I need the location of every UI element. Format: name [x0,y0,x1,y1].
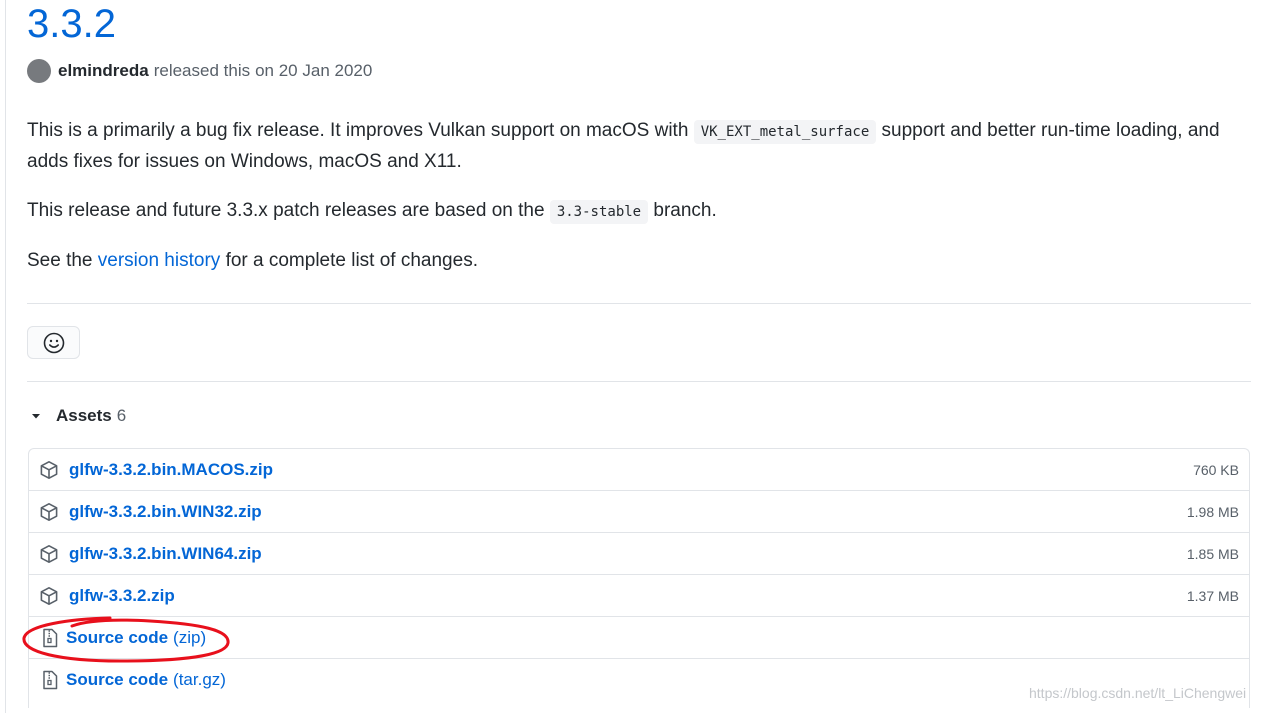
source-code-link[interactable]: Source code [66,670,168,690]
source-code-ext[interactable]: (tar.gz) [173,670,226,690]
left-border [5,0,6,713]
source-code-ext[interactable]: (zip) [173,628,206,648]
asset-size: 1.37 MB [1186,587,1239,604]
watermark: https://blog.csdn.net/lt_LiChengwei [1029,685,1247,701]
asset-row[interactable]: glfw-3.3.2.bin.WIN64.zip 1.85 MB [29,532,1249,574]
assets-count: 6 [116,406,127,425]
release-notes-paragraph-3: See the version history for a complete l… [27,246,1227,275]
avatar[interactable] [27,59,51,83]
notes-text: See the [27,250,93,271]
package-icon [40,460,58,479]
source-code-link[interactable]: Source code [66,628,168,648]
source-code-row[interactable]: Source code (zip) [29,616,1249,658]
asset-link[interactable]: glfw-3.3.2.bin.WIN32.zip [69,502,262,522]
assets-toggle[interactable]: Assets 6 [30,404,126,428]
version-history-link[interactable]: version history [98,250,221,271]
notes-text: This is a primarily a bug fix release. I… [27,120,689,141]
release-meta: elmindreda released this on 20 Jan 2020 [27,59,372,83]
smiley-icon [43,332,64,353]
divider [27,381,1251,382]
file-zip-icon [43,628,58,647]
author-link[interactable]: elmindreda [58,61,149,81]
triangle-down-icon [32,414,40,419]
asset-row[interactable]: glfw-3.3.2.bin.MACOS.zip 760 KB [29,449,1249,490]
notes-text: This release and future 3.3.x patch rele… [27,200,545,221]
assets-title: Assets [56,406,112,425]
asset-link[interactable]: glfw-3.3.2.bin.WIN64.zip [69,544,262,564]
notes-text: branch. [653,200,717,221]
asset-link[interactable]: glfw-3.3.2.zip [69,586,175,606]
release-notes-paragraph-2: This release and future 3.3.x patch rele… [27,196,1227,227]
asset-size: 1.98 MB [1186,503,1239,520]
release-date: on 20 Jan 2020 [255,61,373,80]
divider [27,303,1251,304]
assets-list: glfw-3.3.2.bin.MACOS.zip 760 KB glfw-3.3… [28,448,1250,708]
asset-row[interactable]: glfw-3.3.2.zip 1.37 MB [29,574,1249,616]
asset-row[interactable]: glfw-3.3.2.bin.WIN32.zip 1.98 MB [29,490,1249,532]
inline-code: 3.3-stable [549,200,649,224]
asset-size: 760 KB [1193,461,1239,478]
asset-link[interactable]: glfw-3.3.2.bin.MACOS.zip [69,460,273,480]
package-icon [40,586,58,605]
release-notes-paragraph-1: This is a primarily a bug fix release. I… [27,116,1227,176]
inline-code: VK_EXT_metal_surface [693,120,877,144]
package-icon [40,502,58,521]
package-icon [40,544,58,563]
release-title[interactable]: 3.3.2 [27,2,116,46]
released-text: released this [153,61,251,80]
asset-size: 1.85 MB [1186,545,1239,562]
file-zip-icon [43,670,58,689]
notes-text: for a complete list of changes. [225,250,478,271]
add-reaction-button[interactable] [27,326,80,359]
